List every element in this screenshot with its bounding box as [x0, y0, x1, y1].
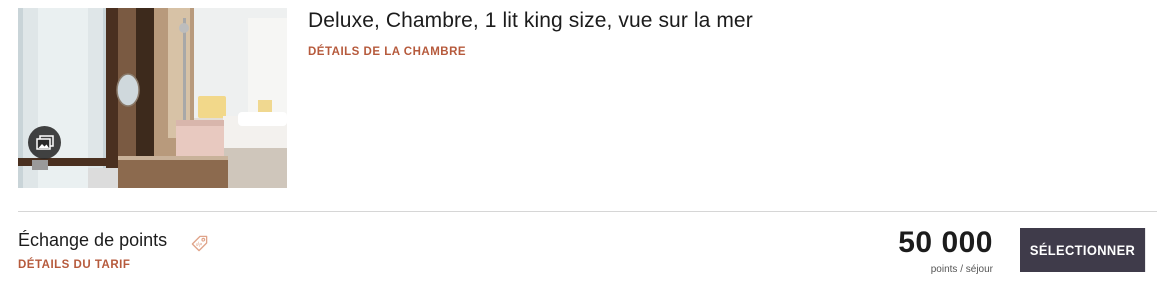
rate-details-link[interactable]: DÉTAILS DU TARIF: [18, 259, 130, 271]
room-photo[interactable]: [18, 8, 287, 188]
rate-name: Échange de points: [18, 230, 168, 250]
photo-gallery-button[interactable]: [28, 126, 61, 159]
room-photo-image: [18, 8, 287, 188]
photo-gallery-icon: [35, 134, 54, 150]
room-title: Deluxe, Chambre, 1 lit king size, vue su…: [308, 9, 753, 32]
select-button[interactable]: SÉLECTIONNER: [1020, 228, 1146, 272]
room-details-link[interactable]: DÉTAILS DE LA CHAMBRE: [308, 46, 466, 58]
price-amount: 50 000: [898, 226, 993, 259]
tag-icon: %: [191, 235, 208, 252]
price-unit: points / séjour: [930, 264, 993, 275]
divider: [18, 211, 1157, 212]
